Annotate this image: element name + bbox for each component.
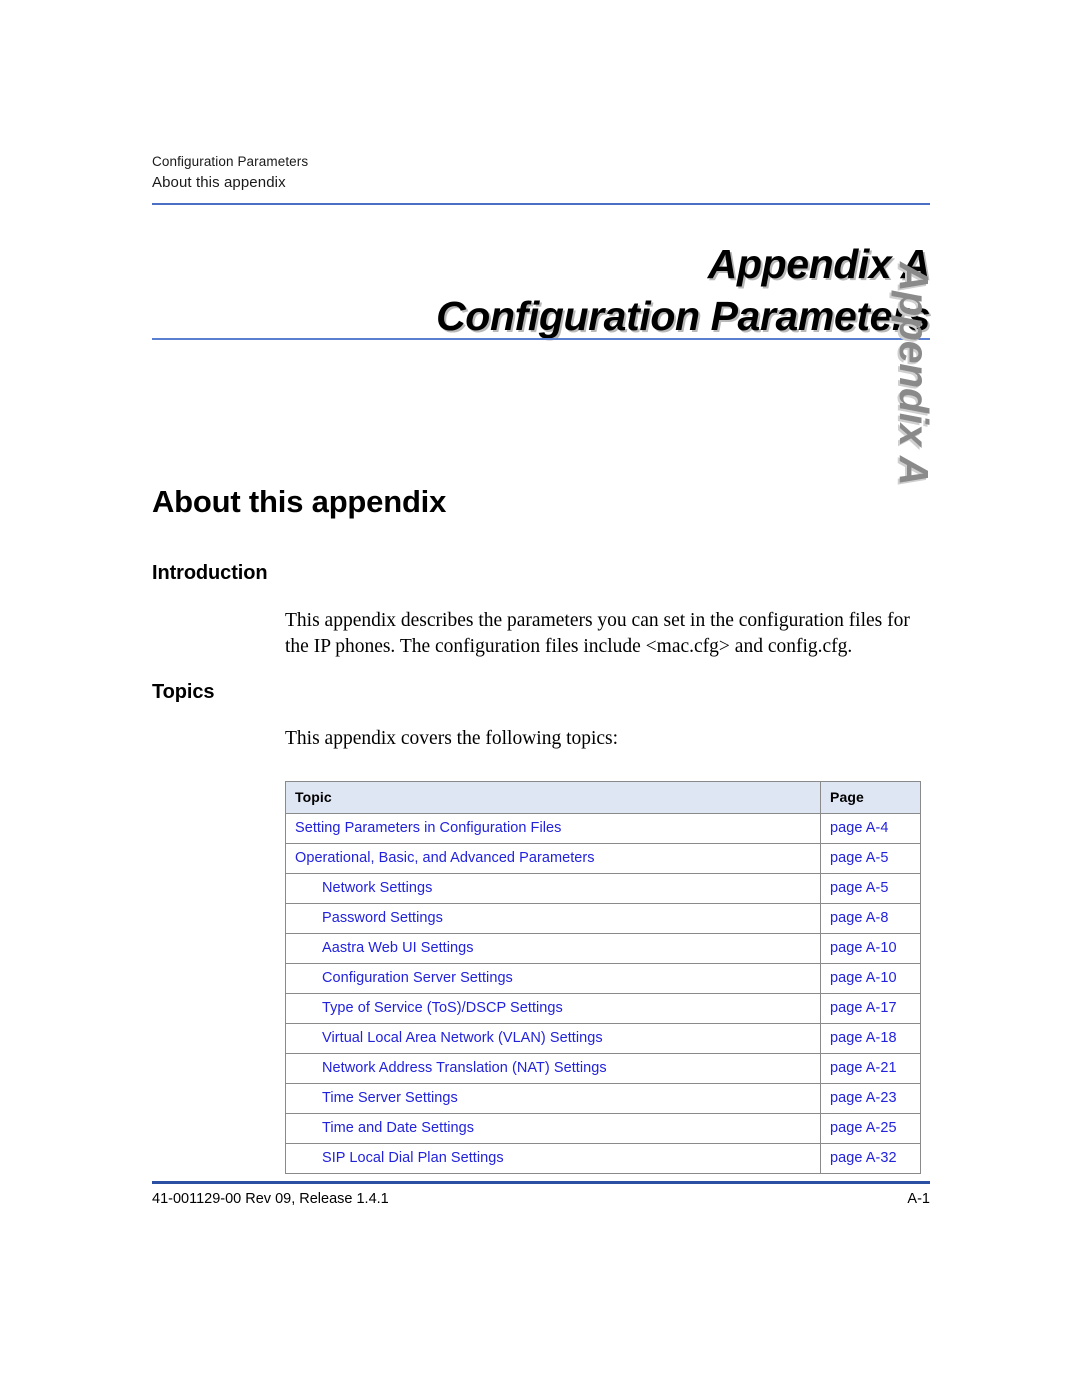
table-row: Network Settings page A-5 xyxy=(285,873,921,904)
column-header-page: Page xyxy=(820,781,921,814)
chapter-title-block: Appendix A Configuration Parameters xyxy=(152,238,930,342)
page-link[interactable]: page A-18 xyxy=(820,1023,921,1054)
topic-link[interactable]: Virtual Local Area Network (VLAN) Settin… xyxy=(285,1023,821,1054)
heading-topics: Topics xyxy=(152,681,215,703)
heading-introduction: Introduction xyxy=(152,562,268,584)
page-link[interactable]: page A-21 xyxy=(820,1053,921,1084)
topic-link[interactable]: Operational, Basic, and Advanced Paramet… xyxy=(285,843,821,874)
page-link[interactable]: page A-10 xyxy=(820,963,921,994)
topics-table: Topic Page Setting Parameters in Configu… xyxy=(285,781,921,1174)
topic-link[interactable]: Time Server Settings xyxy=(285,1083,821,1114)
table-row: Network Address Translation (NAT) Settin… xyxy=(285,1053,921,1084)
footer-rule xyxy=(152,1181,930,1184)
page-link[interactable]: page A-8 xyxy=(820,903,921,934)
table-row: Setting Parameters in Configuration File… xyxy=(285,813,921,844)
table-row: Aastra Web UI Settings page A-10 xyxy=(285,933,921,964)
running-header-section: About this appendix xyxy=(152,173,286,191)
page-link[interactable]: page A-25 xyxy=(820,1113,921,1144)
table-row: Password Settings page A-8 xyxy=(285,903,921,934)
page-link[interactable]: page A-17 xyxy=(820,993,921,1024)
topic-link[interactable]: SIP Local Dial Plan Settings xyxy=(285,1143,821,1174)
table-row: Time Server Settings page A-23 xyxy=(285,1083,921,1114)
table-row: Virtual Local Area Network (VLAN) Settin… xyxy=(285,1023,921,1054)
paragraph-topics-intro: This appendix covers the following topic… xyxy=(285,728,619,749)
topic-link[interactable]: Configuration Server Settings xyxy=(285,963,821,994)
table-row: Type of Service (ToS)/DSCP Settings page … xyxy=(285,993,921,1024)
column-header-topic: Topic xyxy=(285,781,821,814)
footer-page-number: A-1 xyxy=(907,1191,930,1207)
page-title: About this appendix xyxy=(152,484,447,519)
topic-link[interactable]: Aastra Web UI Settings xyxy=(285,933,821,964)
running-header-chapter: Configuration Parameters xyxy=(152,154,309,169)
chapter-title-line-2: Configuration Parameters xyxy=(436,293,930,339)
table-row: Operational, Basic, and Advanced Paramet… xyxy=(285,843,921,874)
topic-link[interactable]: Network Settings xyxy=(285,873,821,904)
page-link[interactable]: page A-5 xyxy=(820,873,921,904)
title-rule xyxy=(152,338,930,340)
table-row: Time and Date Settings page A-25 xyxy=(285,1113,921,1144)
topic-link[interactable]: Password Settings xyxy=(285,903,821,934)
topic-link[interactable]: Setting Parameters in Configuration File… xyxy=(285,813,821,844)
page-link[interactable]: page A-32 xyxy=(820,1143,921,1174)
chapter-title-line-1: Appendix A xyxy=(707,241,931,287)
table-row: SIP Local Dial Plan Settings page A-32 xyxy=(285,1143,921,1174)
topic-link[interactable]: Network Address Translation (NAT) Settin… xyxy=(285,1053,821,1084)
header-rule xyxy=(152,203,930,205)
footer-document-id: 41-001129-00 Rev 09, Release 1.4.1 xyxy=(152,1191,389,1207)
page-link[interactable]: page A-10 xyxy=(820,933,921,964)
document-page: Configuration Parameters About this appe… xyxy=(0,0,1080,1397)
topics-table-body: Setting Parameters in Configuration File… xyxy=(285,813,921,1174)
table-header-row: Topic Page xyxy=(285,781,921,814)
page-link[interactable]: page A-5 xyxy=(820,843,921,874)
page-link[interactable]: page A-23 xyxy=(820,1083,921,1114)
topic-link[interactable]: Type of Service (ToS)/DSCP Settings xyxy=(285,993,821,1024)
page-link[interactable]: page A-4 xyxy=(820,813,921,844)
topic-link[interactable]: Time and Date Settings xyxy=(285,1113,821,1144)
paragraph-introduction: This appendix describes the parameters y… xyxy=(285,610,910,657)
appendix-side-tab: Appendix A xyxy=(891,262,937,486)
running-header: Configuration Parameters About this appe… xyxy=(152,152,852,193)
table-row: Configuration Server Settings page A-10 xyxy=(285,963,921,994)
